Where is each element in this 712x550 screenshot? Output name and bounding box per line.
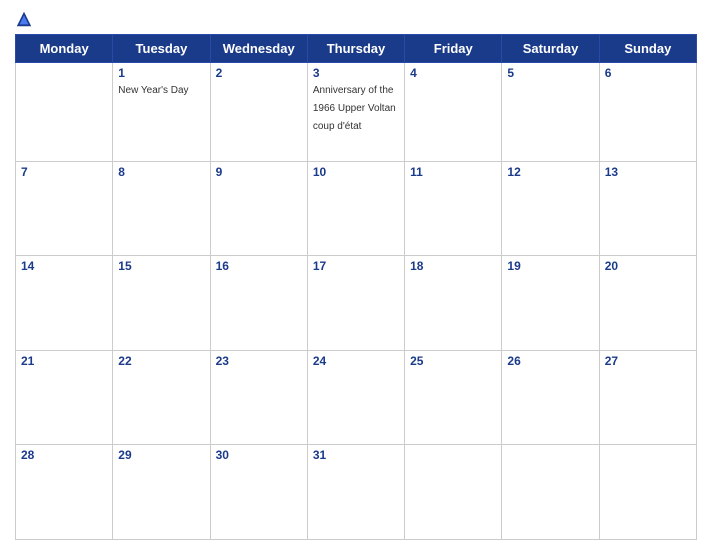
- day-number: 28: [21, 448, 107, 462]
- calendar-header-row: MondayTuesdayWednesdayThursdayFridaySatu…: [16, 35, 697, 63]
- day-number: 26: [507, 354, 593, 368]
- day-number: 2: [216, 66, 302, 80]
- day-header-sunday: Sunday: [599, 35, 696, 63]
- day-number: 18: [410, 259, 496, 273]
- day-header-friday: Friday: [405, 35, 502, 63]
- day-number: 9: [216, 165, 302, 179]
- day-number: 23: [216, 354, 302, 368]
- day-number: 8: [118, 165, 204, 179]
- calendar-cell-2-1: 15: [113, 256, 210, 351]
- calendar-cell-4-0: 28: [16, 445, 113, 540]
- logo-icon: [15, 10, 33, 28]
- calendar-table: MondayTuesdayWednesdayThursdayFridaySatu…: [15, 34, 697, 540]
- calendar-cell-4-6: [599, 445, 696, 540]
- calendar-cell-4-3: 31: [307, 445, 404, 540]
- calendar-cell-0-2: 2: [210, 63, 307, 162]
- calendar-cell-1-4: 11: [405, 161, 502, 256]
- calendar-cell-0-0: [16, 63, 113, 162]
- calendar-cell-0-5: 5: [502, 63, 599, 162]
- day-number: 31: [313, 448, 399, 462]
- day-number: 27: [605, 354, 691, 368]
- calendar-cell-4-1: 29: [113, 445, 210, 540]
- calendar-cell-3-4: 25: [405, 350, 502, 445]
- day-event: New Year's Day: [118, 85, 188, 96]
- day-number: 10: [313, 165, 399, 179]
- calendar-cell-3-0: 21: [16, 350, 113, 445]
- day-number: 14: [21, 259, 107, 273]
- day-number: 1: [118, 66, 204, 80]
- calendar-cell-2-4: 18: [405, 256, 502, 351]
- calendar-cell-0-4: 4: [405, 63, 502, 162]
- calendar-body: 1 New Year's Day 23 Anniversary of the 1966…: [16, 63, 697, 540]
- calendar-cell-3-2: 23: [210, 350, 307, 445]
- day-number: 16: [216, 259, 302, 273]
- day-header-thursday: Thursday: [307, 35, 404, 63]
- calendar-cell-4-5: [502, 445, 599, 540]
- calendar-cell-3-1: 22: [113, 350, 210, 445]
- day-number: 22: [118, 354, 204, 368]
- calendar-cell-1-6: 13: [599, 161, 696, 256]
- calendar-cell-1-0: 7: [16, 161, 113, 256]
- calendar-week-1: 789 10 11 12 13: [16, 161, 697, 256]
- day-number: 12: [507, 165, 593, 179]
- calendar-cell-2-6: 20: [599, 256, 696, 351]
- day-header-saturday: Saturday: [502, 35, 599, 63]
- day-number: 4: [410, 66, 496, 80]
- calendar-cell-1-2: 9: [210, 161, 307, 256]
- calendar-week-2: 14 15 16 17 18 19 20: [16, 256, 697, 351]
- calendar-cell-0-1: 1 New Year's Day: [113, 63, 210, 162]
- day-number: 5: [507, 66, 593, 80]
- day-number: 17: [313, 259, 399, 273]
- day-header-wednesday: Wednesday: [210, 35, 307, 63]
- day-header-tuesday: Tuesday: [113, 35, 210, 63]
- page-header: [15, 10, 697, 28]
- calendar-cell-2-3: 17: [307, 256, 404, 351]
- logo: [15, 10, 35, 28]
- calendar-cell-4-4: [405, 445, 502, 540]
- calendar-cell-0-6: 6: [599, 63, 696, 162]
- calendar-cell-3-5: 26: [502, 350, 599, 445]
- day-number: 15: [118, 259, 204, 273]
- day-number: 24: [313, 354, 399, 368]
- day-header-monday: Monday: [16, 35, 113, 63]
- day-number: 11: [410, 165, 496, 179]
- calendar-cell-1-1: 8: [113, 161, 210, 256]
- calendar-cell-1-5: 12: [502, 161, 599, 256]
- calendar-cell-2-5: 19: [502, 256, 599, 351]
- day-number: 29: [118, 448, 204, 462]
- calendar-cell-4-2: 30: [210, 445, 307, 540]
- day-number: 19: [507, 259, 593, 273]
- day-number: 30: [216, 448, 302, 462]
- day-number: 21: [21, 354, 107, 368]
- calendar-week-4: 28 29 30 31: [16, 445, 697, 540]
- calendar-cell-2-0: 14: [16, 256, 113, 351]
- calendar-cell-1-3: 10: [307, 161, 404, 256]
- calendar-week-0: 1 New Year's Day 23 Anniversary of the 1966…: [16, 63, 697, 162]
- day-number: 7: [21, 165, 107, 179]
- calendar-cell-3-6: 27: [599, 350, 696, 445]
- day-number: 20: [605, 259, 691, 273]
- calendar-week-3: 21 22 23 24 25 26 27: [16, 350, 697, 445]
- day-number: 3: [313, 66, 399, 80]
- day-number: 25: [410, 354, 496, 368]
- day-number: 6: [605, 66, 691, 80]
- day-event: Anniversary of the 1966 Upper Voltan cou…: [313, 85, 396, 132]
- calendar-cell-0-3: 3 Anniversary of the 1966 Upper Voltan co…: [307, 63, 404, 162]
- calendar-cell-3-3: 24: [307, 350, 404, 445]
- calendar-cell-2-2: 16: [210, 256, 307, 351]
- day-number: 13: [605, 165, 691, 179]
- logo-blue-area: [15, 10, 35, 28]
